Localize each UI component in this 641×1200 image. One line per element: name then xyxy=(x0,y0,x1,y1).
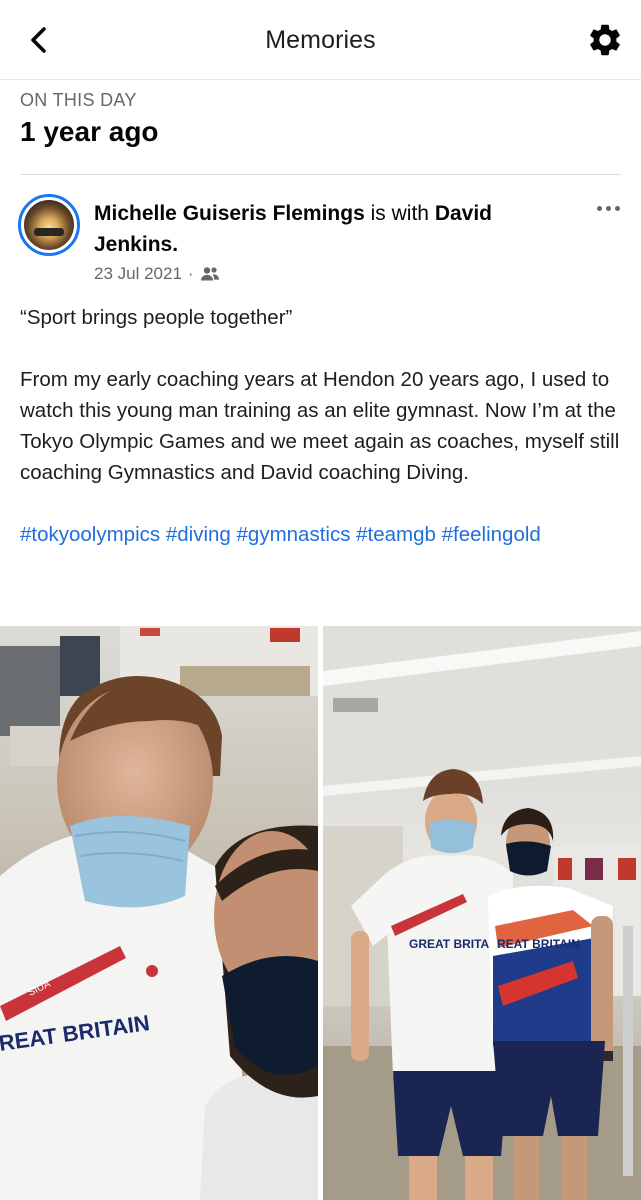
hashtag-link[interactable]: #teamgb xyxy=(356,523,436,546)
more-dot-icon xyxy=(596,205,602,211)
more-dot-icon xyxy=(614,205,620,211)
settings-button[interactable] xyxy=(585,20,625,60)
friends-icon xyxy=(200,267,219,281)
post-photo-pair[interactable]: GREAT BRITAI REAT BRITAIN xyxy=(323,626,641,1200)
right-shirt-text-woman: REAT BRITAIN xyxy=(497,937,580,951)
gear-icon xyxy=(590,24,620,56)
hashtag-link[interactable]: #gymnastics xyxy=(237,523,351,546)
meta-separator: · xyxy=(187,264,194,283)
hashtag-link[interactable]: #feelingold xyxy=(442,523,541,546)
section-divider xyxy=(20,174,621,175)
author-name[interactable]: Michelle Guiseris Flemings xyxy=(94,202,365,225)
section-label: ON THIS DAY xyxy=(20,90,137,110)
with-text: is with xyxy=(370,202,429,225)
avatar-image xyxy=(24,200,74,250)
post-photo-selfie[interactable]: SIUA REAT BRITAIN xyxy=(0,626,318,1200)
post-quote: “Sport brings people together” xyxy=(20,306,293,329)
section-subtitle: 1 year ago xyxy=(20,116,159,147)
pair-image: GREAT BRITAI REAT BRITAIN xyxy=(323,626,641,1200)
more-options-button[interactable] xyxy=(593,198,623,218)
post-text: “Sport brings people together” From my e… xyxy=(20,302,625,550)
right-shirt-text-man: GREAT BRITAI xyxy=(409,937,493,951)
selfie-image: SIUA REAT BRITAIN xyxy=(0,626,318,1200)
hashtag-list: #tokyoolympics #diving #gymnastics #team… xyxy=(20,519,625,550)
post-meta: 23 Jul 2021 · xyxy=(94,264,220,284)
top-navigation-bar: Memories xyxy=(0,0,641,80)
post-author-line: Michelle Guiseris Flemings is with David… xyxy=(94,198,564,260)
more-dot-icon xyxy=(605,205,611,211)
page-title: Memories xyxy=(265,26,376,54)
hashtag-link[interactable]: #diving xyxy=(166,523,231,546)
author-avatar[interactable] xyxy=(18,194,80,256)
hashtag-link[interactable]: #tokyoolympics xyxy=(20,523,160,546)
post-date[interactable]: 23 Jul 2021 xyxy=(94,264,182,284)
post-body: From my early coaching years at Hendon 2… xyxy=(20,368,620,484)
